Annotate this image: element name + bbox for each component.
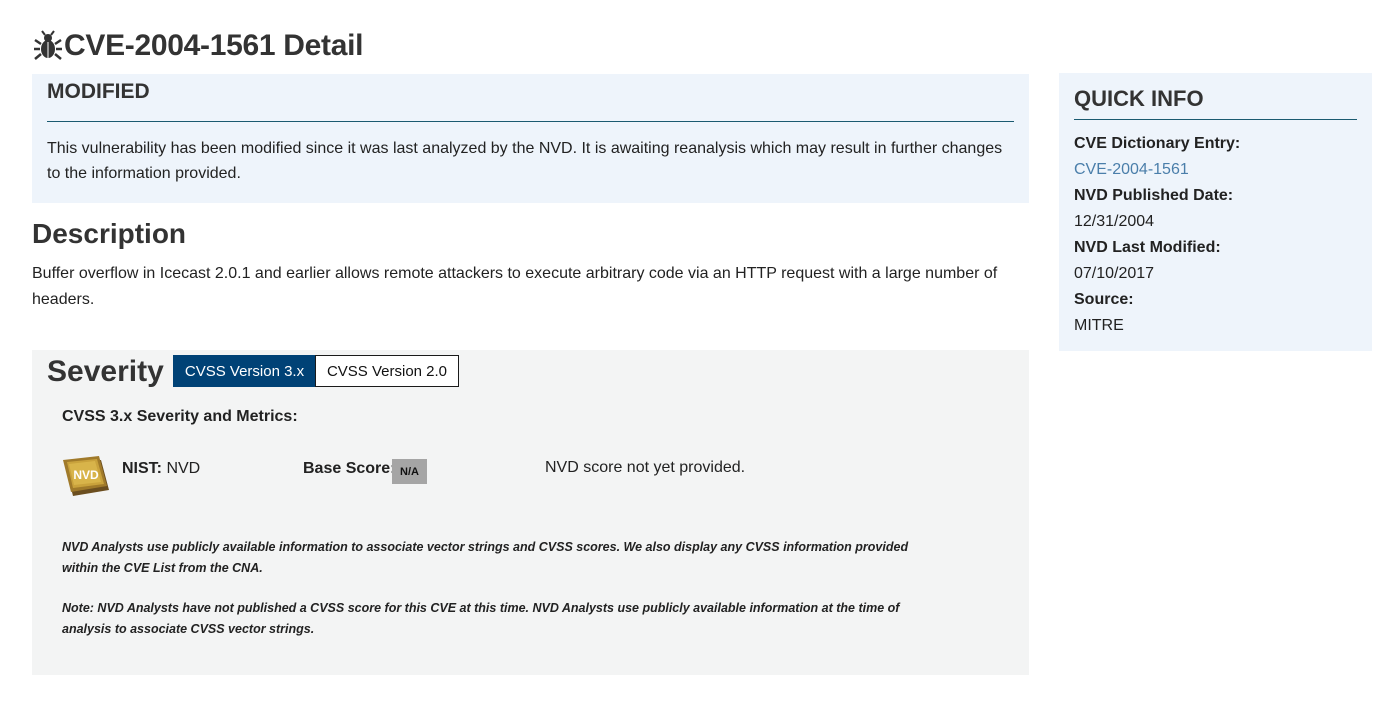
page-title-text: CVE-2004-1561 Detail: [64, 29, 364, 62]
bug-icon: [34, 30, 62, 60]
description-text: Buffer overflow in Icecast 2.0.1 and ear…: [32, 265, 998, 308]
cve-entry-label: CVE Dictionary Entry:: [1074, 135, 1241, 152]
modified-text: This vulnerability has been modified sin…: [47, 140, 1003, 182]
nvd-logo-text: NVD: [73, 468, 99, 482]
score-note: NVD score not yet provided.: [545, 459, 746, 476]
published-date-label: NVD Published Date:: [1074, 187, 1234, 204]
source-label: Source:: [1074, 291, 1134, 308]
last-modified-value: 07/10/2017: [1074, 265, 1155, 282]
base-score-badge: N/A: [392, 459, 427, 484]
nvd-logo-icon: NVD: [63, 456, 109, 496]
nist-label: NIST:: [122, 460, 162, 477]
quick-info-divider: [1074, 119, 1357, 120]
modified-notice: MODIFIED This vulnerability has been mod…: [32, 74, 1029, 203]
severity-panel: Severity CVSS Version 3.x CVSS Version 2…: [32, 350, 1029, 675]
tab-cvss-3x[interactable]: CVSS Version 3.x: [173, 355, 316, 387]
modified-heading: MODIFIED: [47, 80, 150, 103]
quick-info-heading: QUICK INFO: [1074, 86, 1204, 111]
published-date-value: 12/31/2004: [1074, 213, 1155, 230]
last-modified-label: NVD Last Modified:: [1074, 239, 1221, 256]
cve-entry-link[interactable]: CVE-2004-1561: [1074, 161, 1189, 178]
cvss-metrics-heading: CVSS 3.x Severity and Metrics:: [62, 408, 298, 425]
cvss-version-tabs: CVSS Version 3.x CVSS Version 2.0: [173, 355, 459, 387]
description-heading: Description: [32, 218, 187, 249]
quick-info-panel: QUICK INFO CVE Dictionary Entry: CVE-200…: [1059, 73, 1372, 351]
analyst-note: NVD Analysts use publicly available info…: [62, 540, 909, 575]
nist-source: NIST: NVD: [122, 460, 200, 478]
source-value: MITRE: [1074, 317, 1124, 334]
nist-value: NVD: [166, 460, 201, 477]
severity-heading: Severity: [47, 355, 164, 388]
page-title: CVE-2004-1561 Detail: [32, 26, 363, 66]
modified-divider: [47, 121, 1014, 122]
analyst-note-cvss: Note: NVD Analysts have not published a …: [62, 601, 900, 636]
base-score-label: Base Score:: [303, 460, 396, 477]
tab-cvss-20[interactable]: CVSS Version 2.0: [315, 355, 459, 387]
quick-info-list: CVE Dictionary Entry: CVE-2004-1561 NVD …: [1074, 131, 1357, 339]
